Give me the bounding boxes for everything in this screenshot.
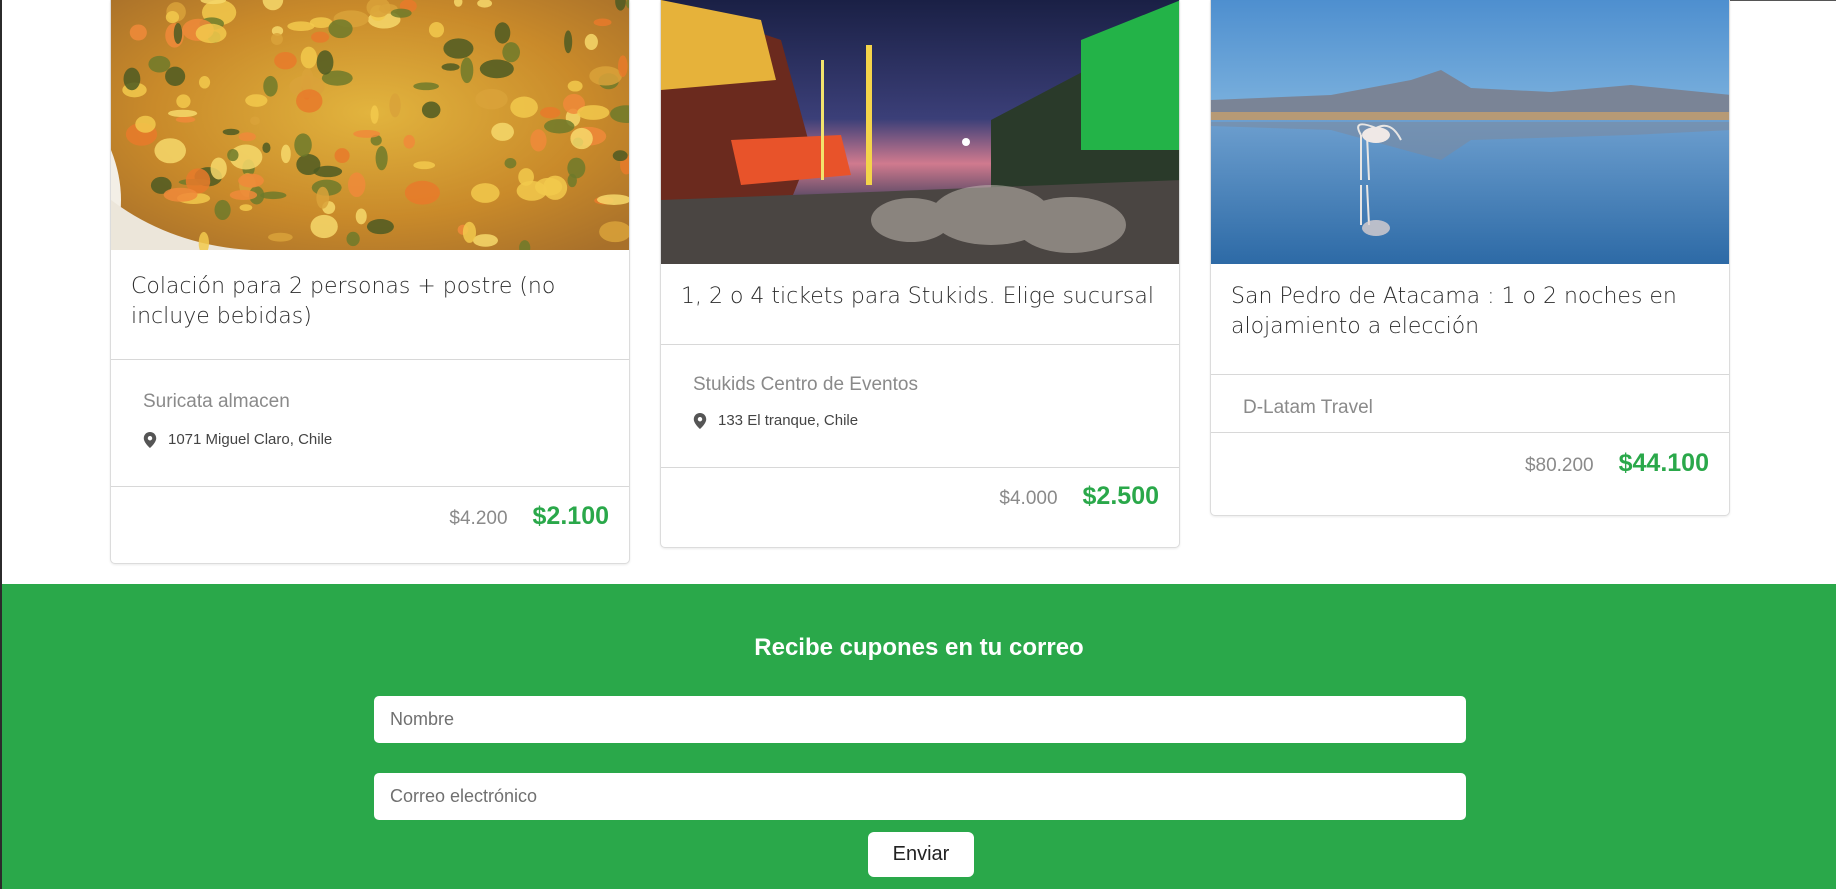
newsletter-section: Recibe cupones en tu correo Enviar [2,584,1836,889]
newsletter-title: Recibe cupones en tu correo [754,634,1084,661]
deal-card[interactable]: Colación para 2 personas + postre (no in… [110,0,630,564]
original-price: $4.000 [999,488,1058,509]
deal-image-amusement-park[interactable] [661,0,1179,264]
deal-title[interactable]: 1, 2 o 4 tickets para Stukids. Elige suc… [661,264,1179,345]
discount-price: $44.100 [1618,449,1709,477]
deal-title[interactable]: San Pedro de Atacama : 1 o 2 noches en a… [1211,264,1729,375]
address-text: 133 El tranque, Chile [718,412,859,429]
email-input[interactable] [374,773,1466,820]
deals-grid: Colación para 2 personas + postre (no in… [0,0,1836,584]
map-pin-icon [143,431,157,448]
merchant-name: Stukids Centro de Eventos [693,374,918,395]
submit-button[interactable]: Enviar [868,832,974,877]
deal-image-food[interactable] [111,0,629,250]
deal-card[interactable]: 1, 2 o 4 tickets para Stukids. Elige suc… [660,0,1180,548]
price-block: $80.200 $44.100 [1211,449,1729,478]
map-pin-icon [693,412,707,429]
deal-card[interactable]: San Pedro de Atacama : 1 o 2 noches en a… [1210,0,1730,516]
merchant-name: D-Latam Travel [1243,397,1373,418]
deal-title[interactable]: Colación para 2 personas + postre (no in… [111,250,629,360]
discount-price: $2.100 [532,502,609,530]
discount-price: $2.500 [1082,482,1159,510]
price-block: $4.000 $2.500 [661,482,1179,511]
merchant-name: Suricata almacen [143,391,290,412]
deal-image-flamingo-lagoon[interactable] [1211,0,1729,264]
merchant-address: 1071 Miguel Claro, Chile [111,431,629,448]
price-block: $4.200 $2.100 [111,502,629,531]
original-price: $80.200 [1524,455,1594,476]
original-price: $4.200 [449,508,508,529]
address-text: 1071 Miguel Claro, Chile [168,431,333,448]
name-input[interactable] [374,696,1466,743]
merchant-address: 133 El tranque, Chile [661,412,1179,429]
